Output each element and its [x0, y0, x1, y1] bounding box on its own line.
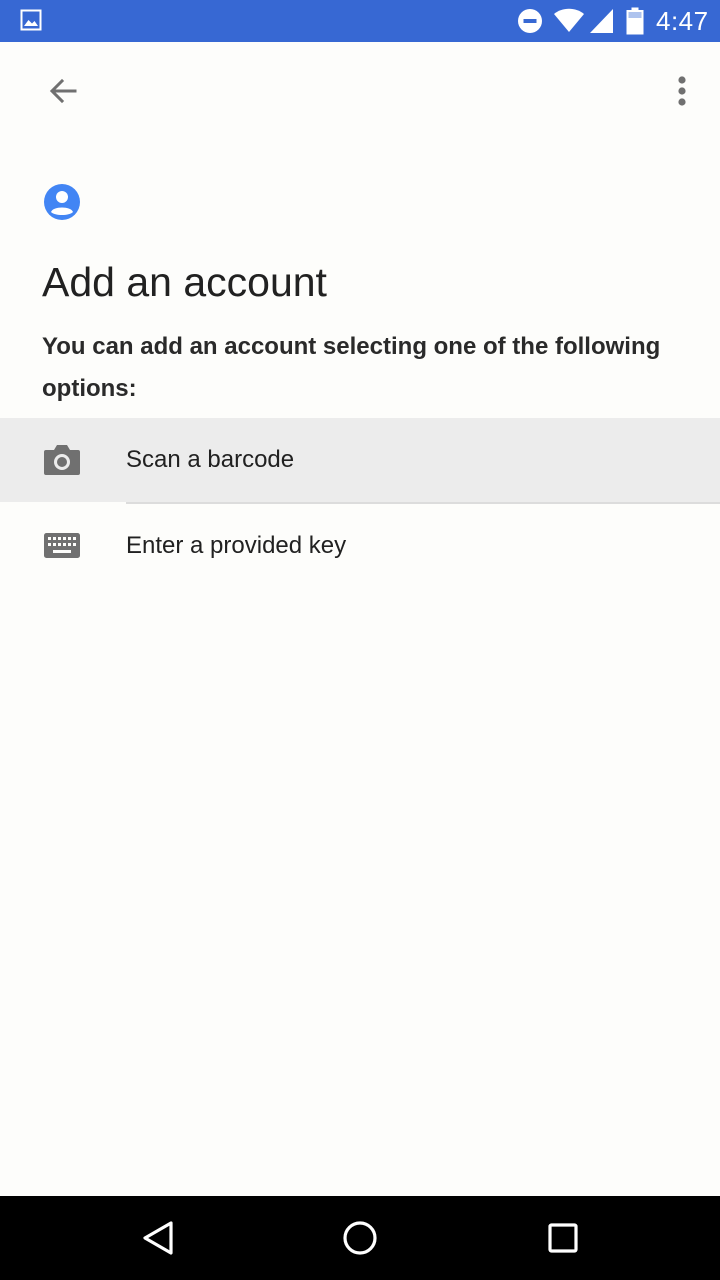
navigation-bar — [0, 1196, 720, 1280]
recents-square-icon — [548, 1223, 578, 1253]
nav-recents-button[interactable] — [539, 1214, 587, 1262]
overflow-menu-button[interactable] — [660, 66, 704, 116]
page-title: Add an account — [42, 259, 327, 305]
image-icon — [20, 9, 42, 31]
status-time: 4:47 — [656, 6, 709, 36]
wifi-icon — [554, 8, 584, 32]
status-bar: 4:47 — [0, 0, 720, 42]
back-triangle-icon — [143, 1221, 173, 1255]
battery-icon — [626, 7, 644, 35]
signal-icon — [590, 9, 613, 33]
back-button[interactable] — [38, 66, 88, 116]
home-circle-icon — [343, 1221, 377, 1255]
arrow-back-icon — [49, 78, 77, 104]
more-vert-icon — [678, 76, 686, 106]
screen: 4:47 Add an account You can add an accou… — [0, 0, 720, 1280]
page-description: You can add an account selecting one of … — [42, 333, 661, 402]
enter-key-option[interactable]: Enter a provided key — [0, 504, 720, 588]
nav-back-button[interactable] — [134, 1214, 182, 1262]
scan-barcode-option[interactable]: Scan a barcode — [0, 418, 720, 502]
do-not-disturb-icon — [518, 9, 542, 33]
camera-icon — [44, 445, 80, 475]
option-label: Enter a provided key — [126, 532, 347, 559]
nav-home-button[interactable] — [336, 1214, 384, 1262]
option-label: Scan a barcode — [126, 446, 295, 473]
account-circle-icon — [44, 184, 80, 220]
keyboard-icon — [44, 533, 80, 558]
